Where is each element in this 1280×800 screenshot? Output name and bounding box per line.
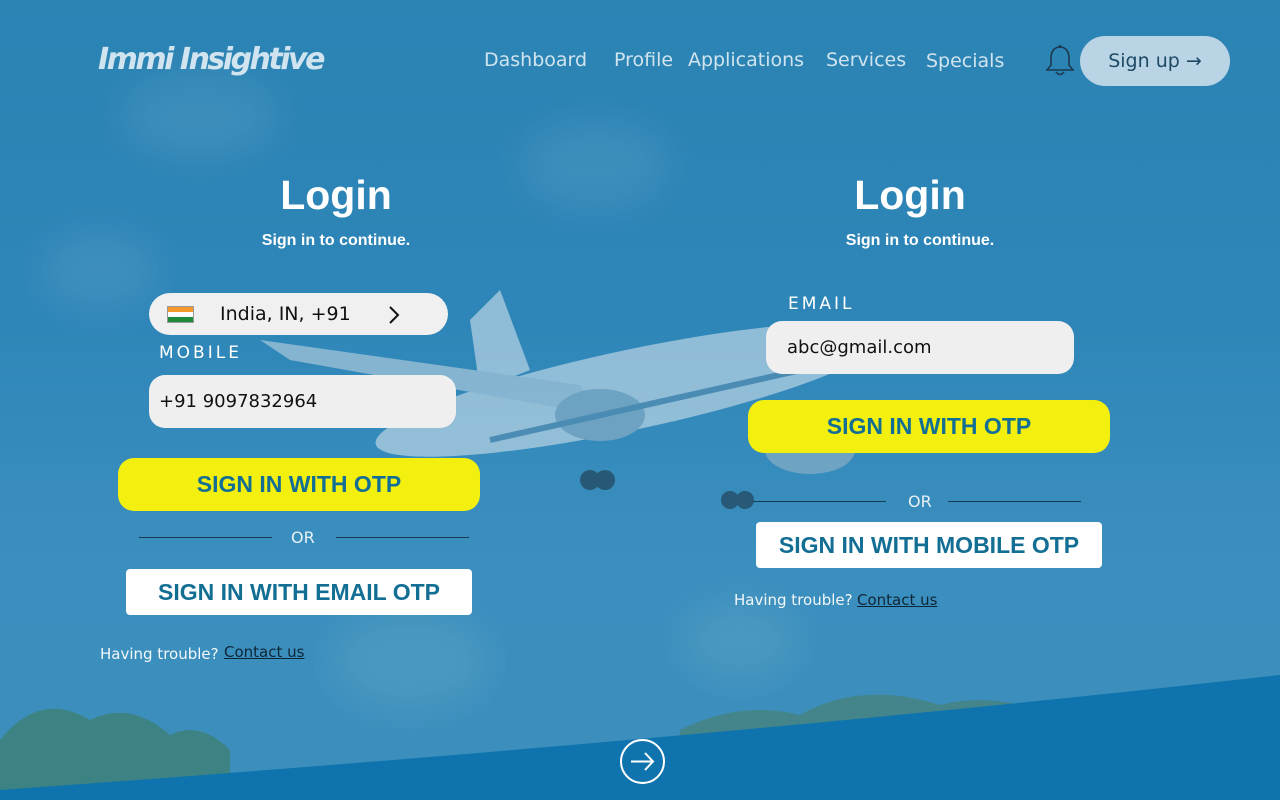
email-input[interactable]: abc@gmail.com: [766, 321, 1074, 374]
nav-profile[interactable]: Profile: [614, 49, 673, 71]
arrow-right-circle-icon[interactable]: [619, 738, 666, 785]
left-or-text: OR: [291, 528, 315, 547]
sign-up-label: Sign up →: [1108, 50, 1202, 72]
background-cloud: [120, 70, 280, 160]
brand-logo[interactable]: Immi Insightive: [98, 42, 325, 77]
left-contact-link[interactable]: Contact us: [224, 643, 304, 661]
country-selector[interactable]: India, IN, +91: [149, 293, 448, 335]
email-label: EMAIL: [788, 294, 855, 314]
left-trouble-text: Having trouble?: [100, 645, 219, 663]
right-login-subtitle: Sign in to continue.: [845, 232, 995, 249]
india-flag-icon: [167, 306, 194, 323]
sign-in-email-otp-button[interactable]: SIGN IN WITH EMAIL OTP: [126, 569, 472, 615]
bell-icon[interactable]: [1044, 44, 1076, 78]
right-or-text: OR: [908, 492, 932, 511]
country-value: India, IN, +91: [220, 303, 351, 325]
divider-line: [139, 537, 272, 538]
background-cloud: [40, 230, 160, 310]
left-login-subtitle: Sign in to continue.: [261, 232, 411, 249]
left-login-title: Login: [280, 172, 392, 218]
email-value: abc@gmail.com: [787, 337, 932, 358]
background-cloud: [520, 120, 670, 210]
right-contact-link[interactable]: Contact us: [857, 591, 937, 609]
left-sign-in-otp-label: SIGN IN WITH OTP: [196, 471, 402, 497]
divider-line: [753, 501, 886, 502]
right-sign-in-otp-button[interactable]: SIGN IN WITH OTP: [748, 400, 1110, 453]
sign-up-button[interactable]: Sign up →: [1080, 36, 1230, 86]
background-cloud: [680, 600, 800, 680]
nav-applications[interactable]: Applications: [688, 49, 804, 71]
sign-in-mobile-otp-label: SIGN IN WITH MOBILE OTP: [778, 531, 1080, 558]
left-sign-in-otp-button[interactable]: SIGN IN WITH OTP: [118, 458, 480, 511]
mobile-input[interactable]: +91 9097832964: [149, 375, 456, 428]
nav-dashboard[interactable]: Dashboard: [484, 49, 587, 71]
right-login-title: Login: [854, 172, 966, 218]
right-trouble-text: Having trouble?: [734, 591, 853, 609]
mobile-value: +91 9097832964: [159, 391, 318, 412]
sign-in-mobile-otp-button[interactable]: SIGN IN WITH MOBILE OTP: [756, 522, 1102, 568]
divider-line: [336, 537, 469, 538]
right-sign-in-otp-label: SIGN IN WITH OTP: [826, 413, 1032, 439]
nav-specials[interactable]: Specials: [926, 50, 1004, 72]
divider-line: [948, 501, 1081, 502]
mobile-label: MOBILE: [159, 343, 242, 363]
sign-in-email-otp-label: SIGN IN WITH EMAIL OTP: [158, 578, 440, 605]
chevron-right-icon: [389, 306, 400, 324]
nav-services[interactable]: Services: [826, 49, 906, 71]
